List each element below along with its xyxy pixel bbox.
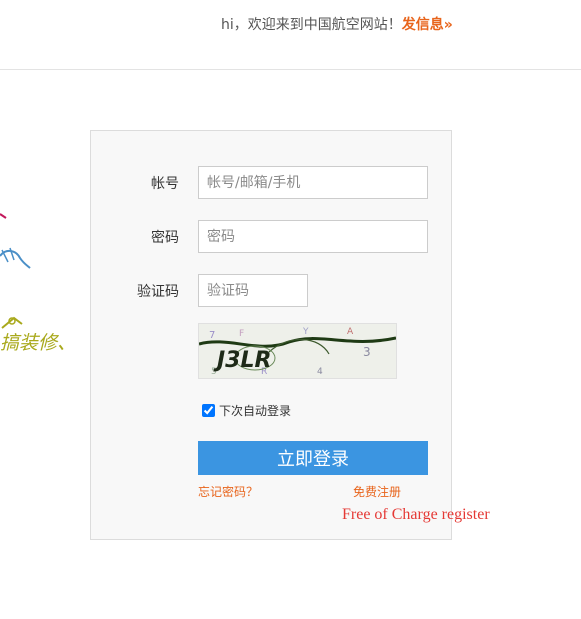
remember-me-checkbox[interactable] [202, 404, 215, 417]
login-page: hi，欢迎来到中国航空网站！发信息» 搞装修、 帐号 密码 验证码 7 F R … [0, 0, 581, 619]
account-input[interactable] [198, 166, 428, 199]
forgot-password-link[interactable]: 忘记密码？ [198, 483, 258, 500]
post-message-link[interactable]: 发信息» [402, 17, 453, 33]
svg-text:7: 7 [209, 330, 215, 341]
decorative-illustration: 搞装修、 [0, 200, 76, 370]
welcome-message: hi，欢迎来到中国航空网站！发信息» [221, 14, 453, 34]
remember-me-label: 下次自动登录 [219, 404, 292, 418]
captcha-input[interactable] [198, 274, 308, 307]
svg-text:F: F [239, 329, 244, 339]
password-label: 密码 [151, 230, 179, 246]
svg-text:3: 3 [363, 345, 371, 359]
login-panel: 帐号 密码 验证码 7 F R Y A 3 4 5 J3LR [90, 130, 452, 540]
remember-me-option[interactable]: 下次自动登录 [202, 402, 291, 419]
top-bar: hi，欢迎来到中国航空网站！发信息» [0, 0, 581, 70]
register-link[interactable]: 免费注册 [353, 483, 401, 500]
account-label: 帐号 [151, 176, 179, 192]
svg-text:A: A [347, 327, 354, 337]
decorative-slogan: 搞装修、 [0, 332, 77, 354]
captcha-text: J3LR [213, 348, 271, 373]
register-annotation: Free of Charge register [342, 506, 490, 523]
captcha-graphic-icon: 7 F R Y A 3 4 5 J3LR [198, 324, 397, 378]
password-input[interactable] [198, 220, 428, 253]
svg-text:5: 5 [211, 367, 217, 377]
greeting-text: hi，欢迎来到中国航空网站！ [221, 17, 402, 33]
captcha-label: 验证码 [137, 284, 179, 300]
login-button[interactable]: 立即登录 [198, 441, 428, 475]
svg-text:4: 4 [317, 367, 323, 377]
svg-text:Y: Y [302, 327, 309, 337]
captcha-image[interactable]: 7 F R Y A 3 4 5 J3LR [198, 323, 397, 379]
